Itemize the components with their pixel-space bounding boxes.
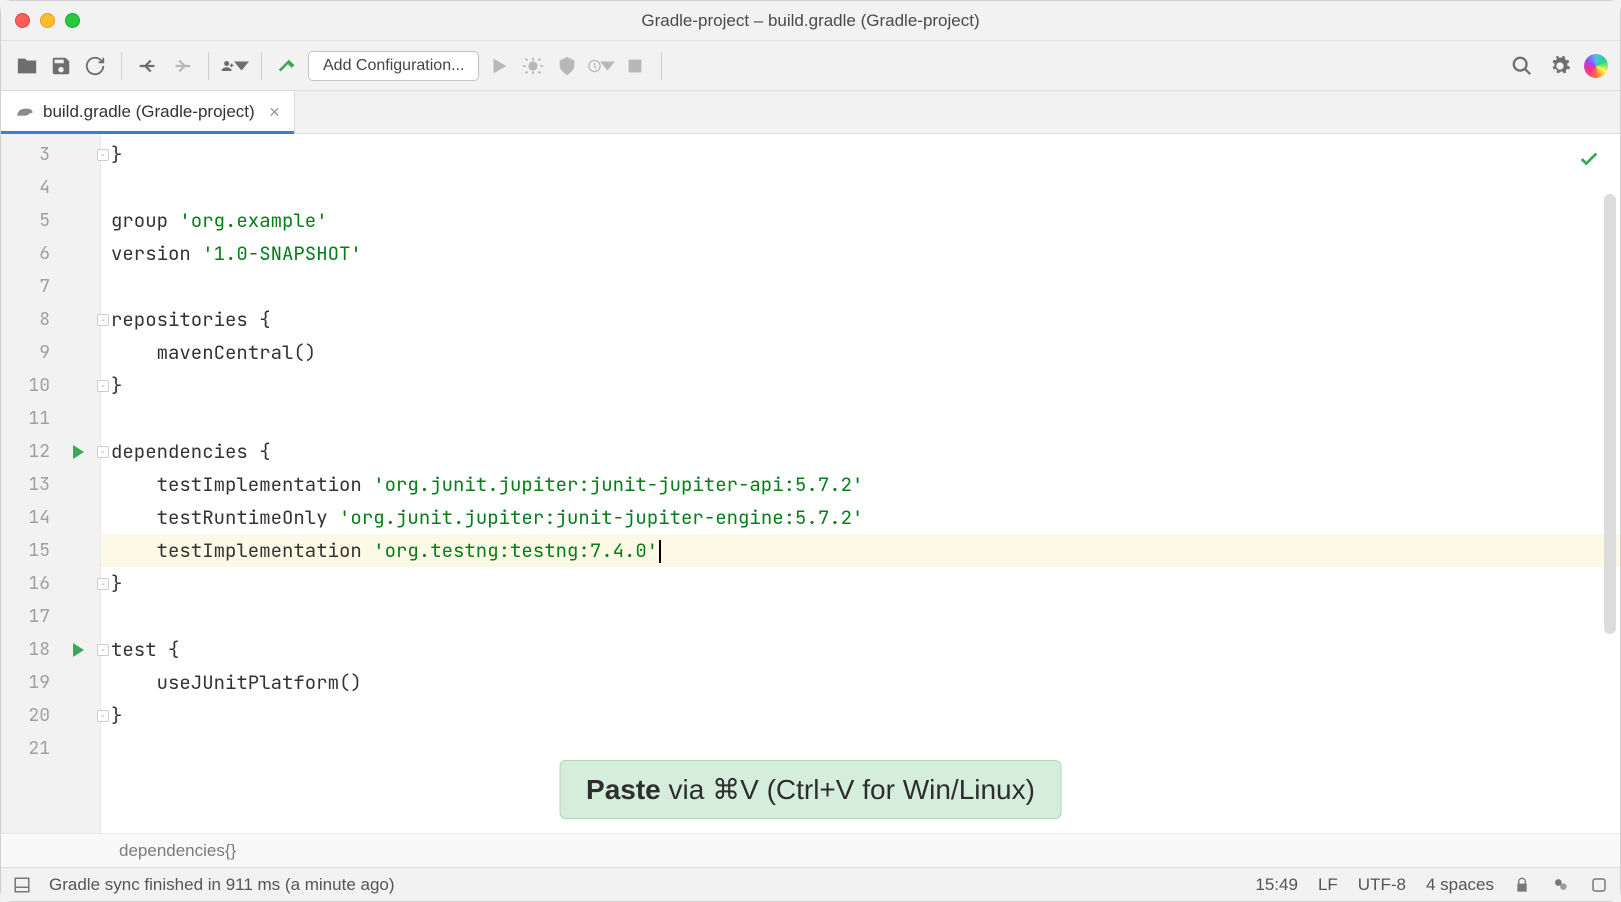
separator bbox=[121, 52, 122, 80]
run-icon[interactable] bbox=[485, 52, 513, 80]
jetbrains-logo-icon[interactable] bbox=[1584, 54, 1608, 78]
editor-scrollbar[interactable] bbox=[1604, 194, 1616, 634]
stop-icon[interactable] bbox=[621, 52, 649, 80]
separator bbox=[261, 52, 262, 80]
nav-forward-icon[interactable] bbox=[168, 52, 196, 80]
fold-toggle-icon[interactable]: − bbox=[97, 380, 109, 392]
run-gutter-icon[interactable] bbox=[73, 445, 84, 459]
search-icon[interactable] bbox=[1508, 52, 1536, 80]
tool-window-icon[interactable] bbox=[13, 876, 31, 894]
coverage-icon[interactable] bbox=[553, 52, 581, 80]
build-hammer-icon[interactable] bbox=[274, 52, 302, 80]
gradle-file-icon bbox=[15, 102, 35, 122]
window-maximize[interactable] bbox=[65, 13, 80, 28]
fold-toggle-icon[interactable]: − bbox=[97, 149, 109, 161]
fold-toggle-icon[interactable]: − bbox=[97, 446, 109, 458]
fold-toggle-icon[interactable]: − bbox=[97, 644, 109, 656]
inspections-widget-icon[interactable] bbox=[1550, 875, 1570, 895]
fold-toggle-icon[interactable]: − bbox=[97, 710, 109, 722]
sync-icon[interactable] bbox=[81, 52, 109, 80]
file-encoding[interactable]: UTF-8 bbox=[1358, 875, 1406, 895]
save-icon[interactable] bbox=[47, 52, 75, 80]
code-content[interactable]: }group 'org.example'version '1.0-SNAPSHO… bbox=[101, 134, 1620, 833]
separator bbox=[208, 52, 209, 80]
status-message: Gradle sync finished in 911 ms (a minute… bbox=[49, 875, 395, 895]
debug-icon[interactable] bbox=[519, 52, 547, 80]
separator bbox=[661, 52, 662, 80]
nav-back-icon[interactable] bbox=[134, 52, 162, 80]
breadcrumb-item[interactable]: dependencies{} bbox=[119, 841, 236, 861]
line-separator[interactable]: LF bbox=[1318, 875, 1338, 895]
hint-toast: Paste via ⌘V (Ctrl+V for Win/Linux) bbox=[559, 760, 1062, 819]
editor-tabs: build.gradle (Gradle-project) ✕ bbox=[1, 91, 1620, 134]
run-config-dropdown[interactable]: Add Configuration... bbox=[308, 51, 479, 81]
cursor-position[interactable]: 15:49 bbox=[1255, 875, 1298, 895]
window-close[interactable] bbox=[15, 13, 30, 28]
editor-tab[interactable]: build.gradle (Gradle-project) ✕ bbox=[1, 91, 295, 133]
titlebar: Gradle-project – build.gradle (Gradle-pr… bbox=[1, 1, 1620, 41]
status-bar: Gradle sync finished in 911 ms (a minute… bbox=[1, 867, 1620, 901]
window-title: Gradle-project – build.gradle (Gradle-pr… bbox=[641, 11, 979, 31]
window-minimize[interactable] bbox=[40, 13, 55, 28]
run-gutter-icon[interactable] bbox=[73, 643, 84, 657]
open-folder-icon[interactable] bbox=[13, 52, 41, 80]
main-toolbar: Add Configuration... bbox=[1, 41, 1620, 91]
line-gutter[interactable]: 3−45678−910−1112−13141516−1718−1920−21 bbox=[1, 134, 101, 833]
settings-gear-icon[interactable] bbox=[1546, 52, 1574, 80]
user-icon[interactable] bbox=[221, 52, 249, 80]
breadcrumb-bar[interactable]: dependencies{} bbox=[1, 833, 1620, 867]
fold-toggle-icon[interactable]: − bbox=[97, 578, 109, 590]
inspections-ok-icon[interactable] bbox=[1578, 148, 1600, 175]
toast-rest: via ⌘V (Ctrl+V for Win/Linux) bbox=[661, 774, 1035, 805]
close-tab-icon[interactable]: ✕ bbox=[269, 104, 281, 121]
code-editor[interactable]: 3−45678−910−1112−13141516−1718−1920−21 }… bbox=[1, 134, 1620, 833]
memory-indicator-icon[interactable] bbox=[1590, 876, 1608, 894]
readonly-lock-icon[interactable] bbox=[1514, 877, 1530, 893]
fold-toggle-icon[interactable]: − bbox=[97, 314, 109, 326]
tab-label: build.gradle (Gradle-project) bbox=[43, 102, 255, 122]
profile-icon[interactable] bbox=[587, 52, 615, 80]
toast-bold: Paste bbox=[586, 774, 661, 805]
indent-setting[interactable]: 4 spaces bbox=[1426, 875, 1494, 895]
